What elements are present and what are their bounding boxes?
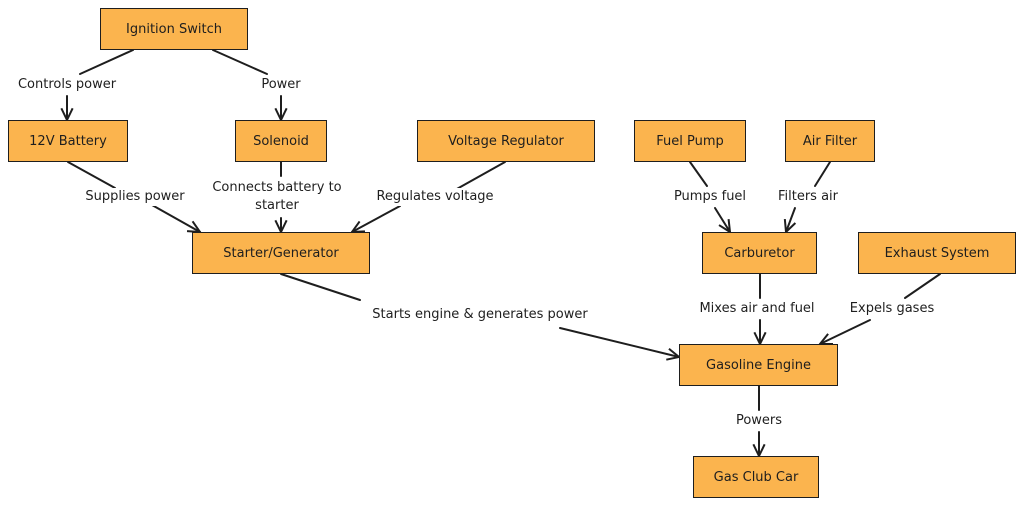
- edge-line: [280, 273, 361, 301]
- edge-label: Connects battery to starter: [211, 179, 343, 215]
- edge-label: Supplies power: [84, 188, 186, 206]
- edge-label: Regulates voltage: [375, 188, 495, 206]
- edge-label: Pumps fuel: [672, 188, 748, 206]
- edge-label: Mixes air and fuel: [698, 300, 816, 318]
- node-label: Starter/Generator: [223, 245, 339, 261]
- edge-line: [351, 205, 401, 233]
- node-regulator: Voltage Regulator: [417, 120, 595, 162]
- edge-label: Controls power: [16, 76, 118, 94]
- node-engine: Gasoline Engine: [679, 344, 838, 386]
- node-label: Exhaust System: [884, 245, 990, 261]
- node-starter: Starter/Generator: [192, 232, 370, 274]
- node-label: Fuel Pump: [656, 133, 724, 149]
- node-battery: 12V Battery: [8, 120, 128, 162]
- edge-line: [454, 161, 506, 191]
- node-label: Air Filter: [802, 133, 858, 149]
- edge-line: [559, 327, 680, 358]
- edge-line: [212, 49, 268, 75]
- edge-line: [151, 204, 201, 233]
- edge-line: [904, 273, 941, 299]
- node-car: Gas Club Car: [693, 456, 819, 498]
- node-exhaust: Exhaust System: [858, 232, 1016, 274]
- edge-label: Starts engine & generates power: [371, 306, 589, 324]
- node-label: 12V Battery: [29, 133, 107, 149]
- edge-line: [814, 161, 831, 187]
- edge-label: Expels gases: [848, 300, 936, 318]
- arrowhead-icon: [718, 218, 732, 234]
- edge-label: Powers: [734, 412, 784, 430]
- edge-line: [67, 161, 116, 189]
- node-ignition: Ignition Switch: [100, 8, 248, 50]
- node-label: Gas Club Car: [713, 469, 799, 485]
- node-label: Carburetor: [724, 245, 795, 261]
- node-label: Solenoid: [253, 133, 309, 149]
- edge-label: Power: [260, 76, 302, 94]
- node-label: Ignition Switch: [126, 21, 222, 37]
- node-label: Voltage Regulator: [448, 133, 564, 149]
- edge-line: [689, 161, 708, 187]
- node-airfilter: Air Filter: [785, 120, 875, 162]
- node-carburetor: Carburetor: [702, 232, 817, 274]
- edge-line: [819, 319, 871, 345]
- node-fuelpump: Fuel Pump: [634, 120, 746, 162]
- node-solenoid: Solenoid: [235, 120, 327, 162]
- node-label: Gasoline Engine: [706, 357, 811, 373]
- edge-label: Filters air: [776, 188, 840, 206]
- edge-line: [79, 49, 134, 75]
